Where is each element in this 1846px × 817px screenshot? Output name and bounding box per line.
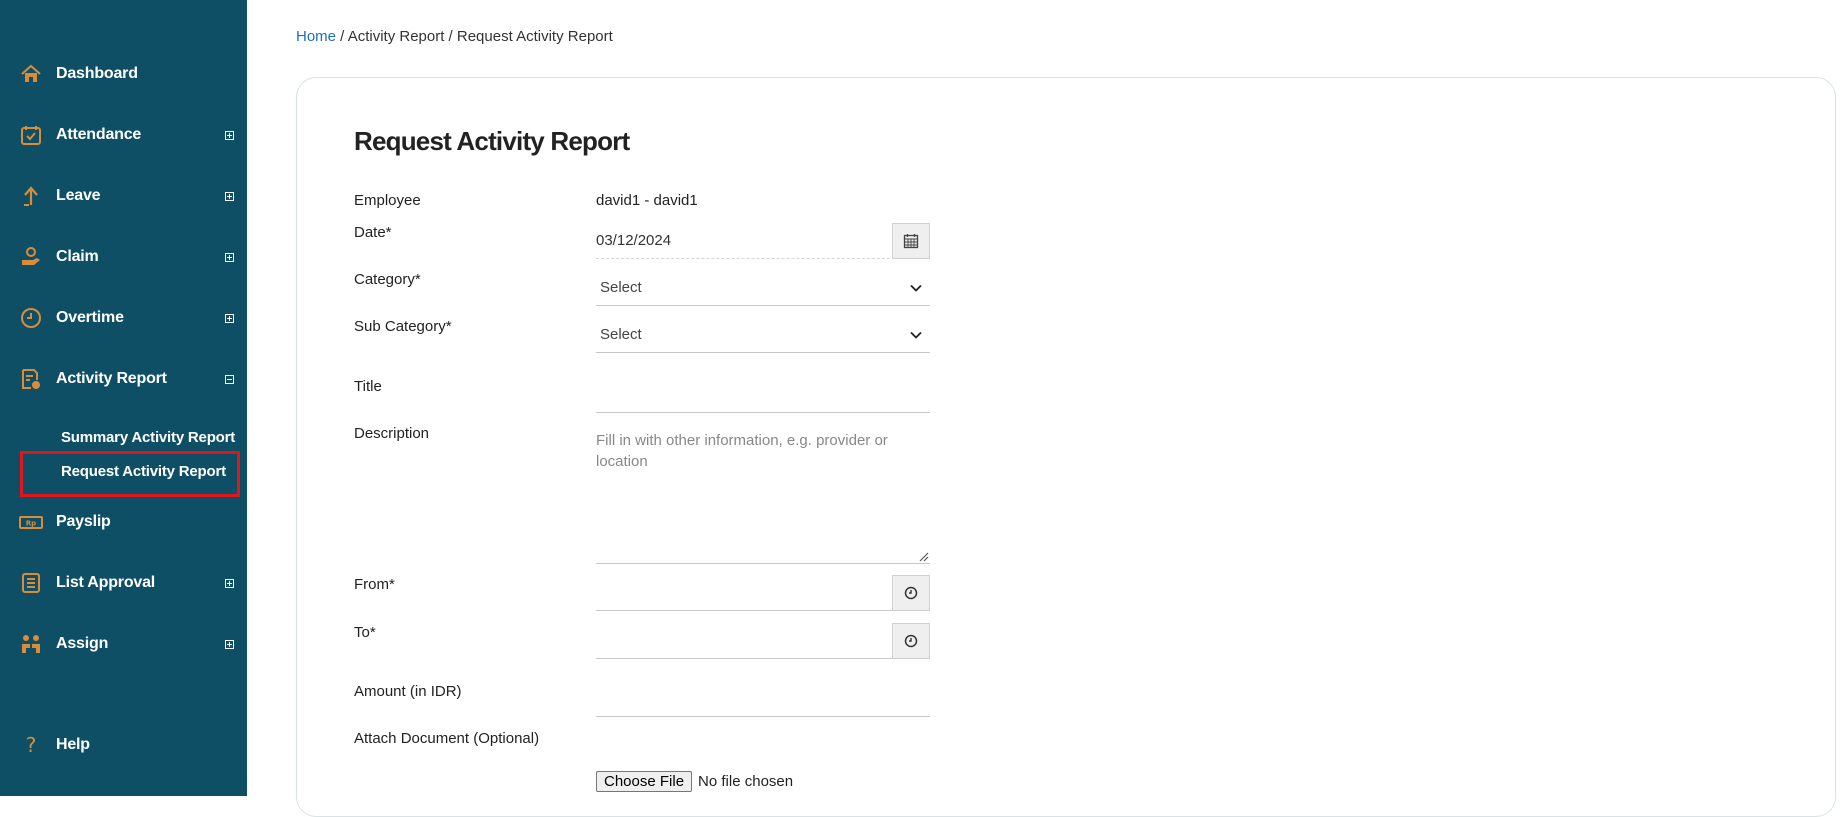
list-icon	[19, 571, 43, 595]
form-card	[296, 77, 1836, 817]
to-time-input[interactable]	[596, 623, 930, 659]
calendar-check-icon	[19, 123, 43, 147]
title-input[interactable]	[596, 377, 930, 413]
sidebar-item-label: Activity Report	[56, 370, 167, 387]
description-textarea[interactable]: Fill in with other information, e.g. pro…	[596, 424, 930, 564]
expand-icon[interactable]	[225, 578, 234, 588]
arrow-up-icon	[19, 184, 43, 208]
sidebar-item-label: Payslip	[56, 513, 111, 530]
expand-icon[interactable]	[225, 191, 234, 201]
sidebar-subitem-summary-activity-report[interactable]: Summary Activity Report	[61, 429, 235, 446]
date-label: Date*	[354, 224, 392, 241]
date-value: 03/12/2024	[596, 232, 672, 249]
employee-label: Employee	[354, 192, 421, 209]
home-icon	[19, 62, 43, 86]
subcategory-label: Sub Category*	[354, 318, 452, 335]
sidebar-item-label: Dashboard	[56, 65, 138, 82]
resize-handle-icon[interactable]	[917, 550, 929, 562]
sidebar: Dashboard Attendance Leave Claim Overtim…	[0, 0, 247, 796]
amount-label: Amount (in IDR)	[354, 683, 462, 700]
breadcrumb-trail: / Activity Report / Request Activity Rep…	[336, 28, 613, 45]
svg-text:?: ?	[26, 733, 37, 757]
breadcrumb-home-link[interactable]: Home	[296, 28, 336, 45]
calendar-icon	[903, 234, 919, 249]
description-label: Description	[354, 425, 430, 442]
sidebar-item-claim[interactable]: Claim	[0, 237, 247, 277]
hand-money-icon	[19, 245, 43, 269]
sidebar-item-label: Overtime	[56, 309, 124, 326]
from-time-input[interactable]	[596, 575, 930, 611]
sidebar-item-label: Help	[56, 736, 90, 753]
sidebar-item-list-approval[interactable]: List Approval	[0, 563, 247, 603]
report-icon	[19, 367, 43, 391]
from-time-button[interactable]	[892, 575, 930, 611]
amount-input[interactable]	[596, 681, 930, 717]
clock-icon	[904, 586, 918, 600]
collapse-icon[interactable]	[225, 374, 234, 384]
chevron-down-icon	[910, 284, 922, 292]
sidebar-item-assign[interactable]: Assign	[0, 624, 247, 664]
category-label: Category*	[354, 271, 421, 288]
file-status: No file chosen	[698, 773, 794, 790]
clock-icon	[904, 634, 918, 648]
sidebar-item-help[interactable]: ? Help	[0, 725, 247, 765]
sidebar-item-overtime[interactable]: Overtime	[0, 298, 247, 338]
sidebar-item-payslip[interactable]: Rp Payslip	[0, 502, 247, 542]
sidebar-item-label: Claim	[56, 248, 99, 265]
page-title: Request Activity Report	[354, 126, 630, 156]
file-upload: Choose File No file chosen	[596, 771, 793, 792]
expand-icon[interactable]	[225, 639, 234, 649]
calendar-button[interactable]	[892, 223, 930, 259]
chevron-down-icon	[910, 331, 922, 339]
payslip-icon: Rp	[19, 510, 43, 534]
sidebar-item-activity-report[interactable]: Activity Report	[0, 359, 247, 399]
from-label: From*	[354, 576, 395, 593]
title-label: Title	[354, 378, 382, 395]
description-placeholder: Fill in with other information, e.g. pro…	[596, 432, 888, 470]
sidebar-item-label: Attendance	[56, 126, 142, 143]
sidebar-item-attendance[interactable]: Attendance	[0, 115, 247, 155]
subcategory-select-value: Select	[600, 326, 642, 343]
clock-icon	[19, 306, 43, 330]
attach-document-label: Attach Document (Optional)	[354, 730, 540, 747]
expand-icon[interactable]	[225, 252, 234, 262]
employee-value: david1 - david1	[596, 192, 698, 209]
expand-icon[interactable]	[225, 313, 234, 323]
sidebar-item-dashboard[interactable]: Dashboard	[0, 54, 247, 94]
to-label: To*	[354, 624, 376, 641]
sidebar-item-label: List Approval	[56, 574, 156, 591]
svg-text:Rp: Rp	[26, 520, 36, 528]
sidebar-item-label: Leave	[56, 187, 101, 204]
category-select[interactable]: Select	[596, 270, 930, 306]
category-select-value: Select	[600, 279, 642, 296]
date-input[interactable]: 03/12/2024	[596, 223, 930, 259]
subcategory-select[interactable]: Select	[596, 317, 930, 353]
selection-highlight	[20, 451, 240, 497]
people-icon	[19, 632, 43, 656]
choose-file-button[interactable]: Choose File	[596, 771, 693, 792]
sidebar-item-label: Assign	[56, 635, 109, 652]
sidebar-item-leave[interactable]: Leave	[0, 176, 247, 216]
to-time-button[interactable]	[892, 623, 930, 659]
breadcrumb: Home / Activity Report / Request Activit…	[296, 28, 613, 45]
expand-icon[interactable]	[225, 130, 234, 140]
question-icon: ?	[19, 733, 43, 757]
